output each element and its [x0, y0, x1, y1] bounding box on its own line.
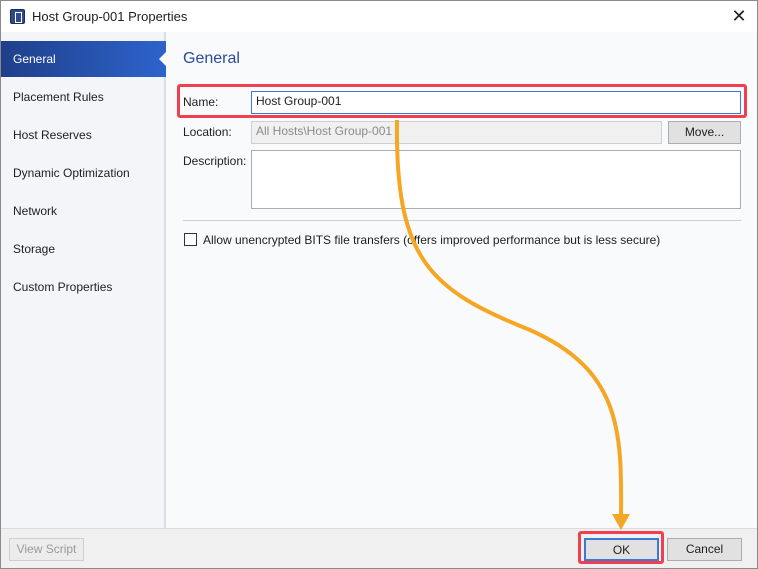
name-label: Name: — [183, 95, 219, 109]
sidebar-item-network[interactable]: Network — [1, 193, 166, 229]
page-title: General — [183, 50, 240, 67]
sidebar-item-host-reserves[interactable]: Host Reserves — [1, 117, 166, 153]
general-panel: General Name: Host Group-001 Location: A… — [168, 32, 757, 528]
bits-checkbox[interactable] — [184, 233, 197, 246]
description-input[interactable] — [251, 150, 741, 209]
sidebar-item-dynamic-optimization[interactable]: Dynamic Optimization — [1, 155, 166, 191]
window-title: Host Group-001 Properties — [32, 9, 188, 24]
location-input: All Hosts\Host Group-001 — [251, 121, 662, 144]
bits-checkbox-label: Allow unencrypted BITS file transfers (o… — [203, 233, 661, 247]
sidebar: General Placement Rules Host Reserves Dy… — [1, 32, 167, 528]
properties-dialog: Host Group-001 Properties ✕ General Plac… — [0, 0, 758, 569]
sidebar-item-storage[interactable]: Storage — [1, 231, 166, 267]
name-input[interactable]: Host Group-001 — [251, 91, 741, 114]
ok-button[interactable]: OK — [584, 538, 659, 561]
move-button[interactable]: Move... — [668, 121, 741, 144]
close-icon[interactable]: ✕ — [727, 5, 751, 27]
host-group-icon — [10, 9, 25, 24]
sidebar-item-placement-rules[interactable]: Placement Rules — [1, 79, 166, 115]
divider — [183, 220, 741, 221]
sidebar-item-custom-properties[interactable]: Custom Properties — [1, 269, 166, 305]
description-label: Description: — [183, 154, 247, 168]
location-label: Location: — [183, 125, 232, 139]
sidebar-item-general[interactable]: General — [1, 41, 167, 77]
view-script-button[interactable]: View Script — [9, 538, 84, 561]
cancel-button[interactable]: Cancel — [667, 538, 742, 561]
footer: View Script OK Cancel — [1, 528, 757, 568]
title-bar: Host Group-001 Properties ✕ — [1, 1, 757, 32]
